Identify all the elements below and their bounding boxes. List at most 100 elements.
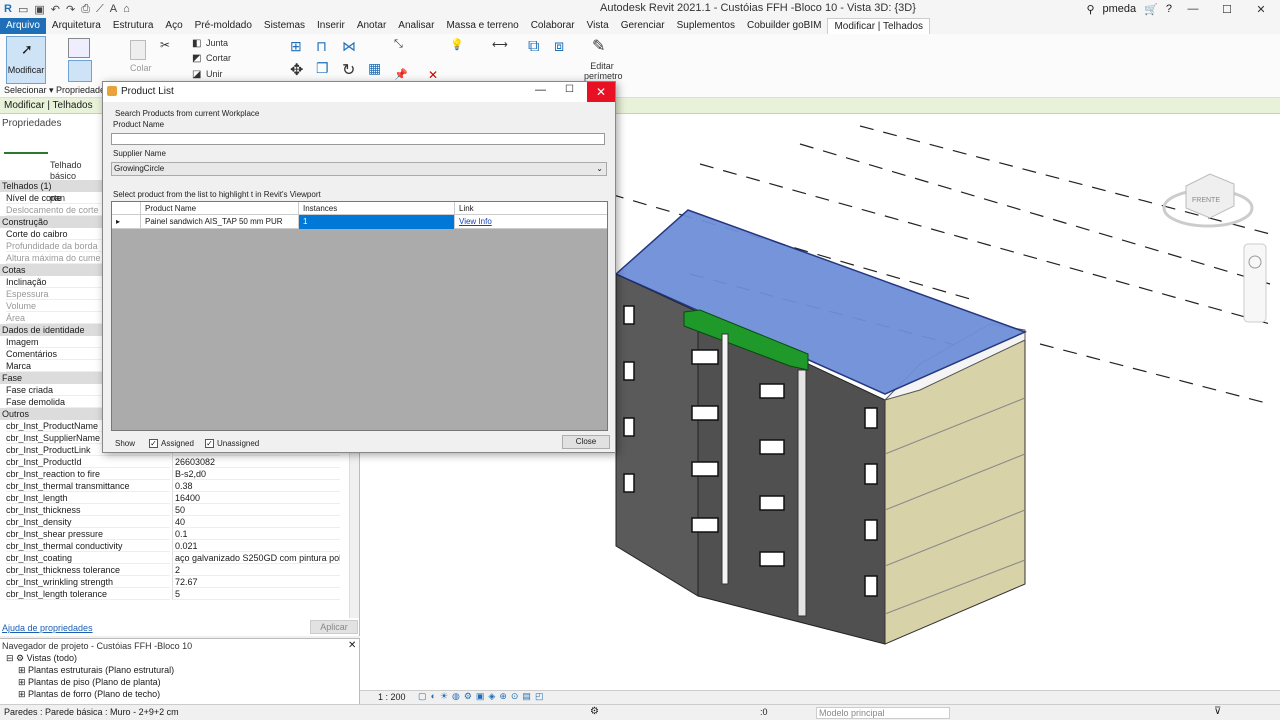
properties-scrollbar[interactable] bbox=[349, 438, 359, 618]
scale-icon[interactable]: ⤡ bbox=[394, 38, 403, 51]
browser-item-views[interactable]: ⊟ ⚙ Vistas (todo) bbox=[6, 653, 77, 664]
browser-item-structural-plans[interactable]: ⊞ Plantas estruturais (Plano estrutural) bbox=[18, 665, 174, 676]
open-icon[interactable]: ▭ bbox=[18, 3, 28, 16]
tab-1[interactable]: Arquitetura bbox=[46, 18, 107, 34]
browser-item-ceiling-plans[interactable]: ⊞ Plantas de forro (Plano de techo) bbox=[18, 689, 160, 700]
join-label[interactable]: Junta bbox=[206, 38, 228, 48]
copy-icon[interactable]: ❐ bbox=[316, 60, 329, 77]
view-scale[interactable]: 1 : 200 bbox=[378, 692, 406, 702]
tab-4[interactable]: Pré-moldado bbox=[189, 18, 258, 34]
align-icon[interactable]: ⊞ bbox=[290, 38, 302, 55]
supplier-select[interactable]: GrowingCircle ⌄ bbox=[111, 162, 607, 176]
assigned-checkbox[interactable]: ✓ bbox=[149, 439, 158, 448]
close-window-button[interactable]: ✕ bbox=[1248, 3, 1274, 16]
column-header-link[interactable]: Link bbox=[454, 202, 607, 215]
apply-button[interactable]: Aplicar bbox=[310, 620, 358, 634]
tab-14[interactable]: Cobuilder goBIM bbox=[741, 18, 827, 34]
unite-icon[interactable]: ◪ bbox=[192, 69, 201, 80]
minimize-button[interactable]: — bbox=[1180, 3, 1206, 15]
print-icon[interactable]: ⎙ bbox=[81, 3, 90, 16]
default-3d-icon[interactable]: ⌂ bbox=[123, 3, 130, 15]
help-icon[interactable]: ? bbox=[1166, 3, 1172, 15]
edit-perimeter-label[interactable]: Editar perímetro bbox=[584, 61, 623, 81]
move-icon[interactable]: ✥ bbox=[290, 60, 303, 80]
column-header-product[interactable]: Product Name bbox=[140, 202, 298, 215]
user-name[interactable]: pmeda bbox=[1103, 3, 1137, 15]
tab-10[interactable]: Colaborar bbox=[525, 18, 581, 34]
property-value[interactable]: 16400 bbox=[172, 492, 340, 504]
property-value[interactable]: 0.38 bbox=[172, 480, 340, 492]
select-dropdown[interactable]: Selecionar ▾ bbox=[4, 85, 54, 96]
tab-9[interactable]: Massa e terreno bbox=[440, 18, 524, 34]
tab-0[interactable]: Arquivo bbox=[0, 18, 46, 34]
column-header-instances[interactable]: Instances bbox=[298, 202, 454, 215]
browser-item-floor-plans[interactable]: ⊞ Plantas de piso (Plano de planta) bbox=[18, 677, 161, 688]
pin-icon[interactable]: 📌 bbox=[394, 68, 408, 81]
instances-cell[interactable]: 1 bbox=[298, 215, 454, 229]
close-button[interactable]: Close bbox=[562, 435, 610, 449]
measure-icon[interactable]: ⟋ bbox=[96, 3, 104, 16]
revit-logo-icon[interactable]: R bbox=[4, 3, 12, 15]
product-name-input[interactable] bbox=[111, 133, 605, 145]
rotate-icon[interactable]: ↻ bbox=[342, 60, 355, 80]
mirror-icon[interactable]: ⋈ bbox=[342, 38, 356, 55]
cut-icon[interactable]: ◩ bbox=[192, 53, 201, 64]
properties-help-link[interactable]: Ajuda de propriedades bbox=[2, 623, 93, 633]
redo-icon[interactable]: ↷ bbox=[66, 3, 75, 16]
view-info-link[interactable]: View Info bbox=[454, 215, 607, 229]
close-icon[interactable]: ✕ bbox=[348, 640, 356, 651]
dialog-minimize-button[interactable]: — bbox=[535, 84, 546, 96]
create-parts-icon[interactable]: ⧈ bbox=[554, 38, 564, 56]
property-value[interactable]: aço galvanizado S250GD com pintura polié… bbox=[172, 552, 340, 564]
view-control-icons[interactable]: ▢◐☀◍⚙▣◈⊕⊙▤◰ bbox=[418, 691, 547, 702]
properties-palette-icon[interactable] bbox=[68, 60, 92, 82]
property-value[interactable]: 72.67 bbox=[172, 576, 340, 588]
create-icon[interactable]: ⧉ bbox=[528, 38, 539, 56]
tab-13[interactable]: Suplementos bbox=[671, 18, 741, 34]
property-value[interactable]: 50 bbox=[172, 504, 340, 516]
tab-6[interactable]: Inserir bbox=[311, 18, 351, 34]
property-value[interactable]: 2 bbox=[172, 564, 340, 576]
product-name-cell[interactable]: Painel sandwich AIS_TAP 50 mm PUR bbox=[140, 215, 298, 229]
measure-ribbon-icon[interactable]: ⟷ bbox=[492, 38, 508, 51]
cart-icon[interactable]: 🛒 bbox=[1144, 3, 1158, 16]
tab-7[interactable]: Anotar bbox=[351, 18, 392, 34]
dialog-close-button[interactable]: ✕ bbox=[587, 82, 615, 102]
unite-label[interactable]: Unir bbox=[206, 69, 223, 79]
property-value[interactable]: 40 bbox=[172, 516, 340, 528]
property-value[interactable]: 0.1 bbox=[172, 528, 340, 540]
model-selector[interactable]: Modelo principal bbox=[816, 707, 950, 719]
binoculars-icon[interactable]: ⚲ bbox=[1086, 3, 1094, 16]
property-value[interactable]: 0.021 bbox=[172, 540, 340, 552]
type-selector[interactable]: Telhado básico Cubierta - pan bbox=[2, 132, 102, 203]
view-icon[interactable]: 💡 bbox=[450, 38, 464, 51]
filter-icon[interactable]: ⊽ bbox=[1214, 706, 1221, 717]
dialog-maximize-button[interactable]: ☐ bbox=[565, 84, 574, 95]
offset-icon[interactable]: ⊓ bbox=[316, 38, 327, 55]
property-value[interactable]: 5 bbox=[172, 588, 340, 600]
unassigned-checkbox[interactable]: ✓ bbox=[205, 439, 214, 448]
text-icon[interactable]: A bbox=[110, 3, 117, 15]
tab-12[interactable]: Gerenciar bbox=[615, 18, 671, 34]
modify-button[interactable]: ➚ Modificar bbox=[6, 36, 46, 84]
tab-3[interactable]: Aço bbox=[159, 18, 188, 34]
maximize-button[interactable]: ☐ bbox=[1214, 3, 1240, 16]
tab-5[interactable]: Sistemas bbox=[258, 18, 311, 34]
tab-15[interactable]: Modificar | Telhados bbox=[827, 17, 931, 35]
property-value[interactable]: 26603082 bbox=[172, 456, 340, 468]
array-icon[interactable]: ▦ bbox=[368, 60, 381, 77]
table-row[interactable]: ▸ Painel sandwich AIS_TAP 50 mm PUR 1 Vi… bbox=[112, 215, 607, 229]
property-value[interactable]: B-s2,d0 bbox=[172, 468, 340, 480]
scissors-icon[interactable]: ✂ bbox=[160, 38, 170, 52]
save-icon[interactable]: ▣ bbox=[34, 3, 44, 16]
tab-2[interactable]: Estrutura bbox=[107, 18, 160, 34]
cut-label[interactable]: Cortar bbox=[206, 53, 231, 63]
type-properties-icon[interactable] bbox=[68, 38, 90, 58]
paste-icon[interactable] bbox=[130, 40, 146, 60]
tab-8[interactable]: Analisar bbox=[392, 18, 440, 34]
worksets-icon[interactable]: ⚙ bbox=[590, 706, 599, 717]
undo-icon[interactable]: ↶ bbox=[51, 3, 60, 16]
delete-icon[interactable]: ✕ bbox=[428, 68, 438, 82]
tab-11[interactable]: Vista bbox=[581, 18, 615, 34]
edit-perimeter-icon[interactable]: ✎ bbox=[592, 36, 605, 56]
